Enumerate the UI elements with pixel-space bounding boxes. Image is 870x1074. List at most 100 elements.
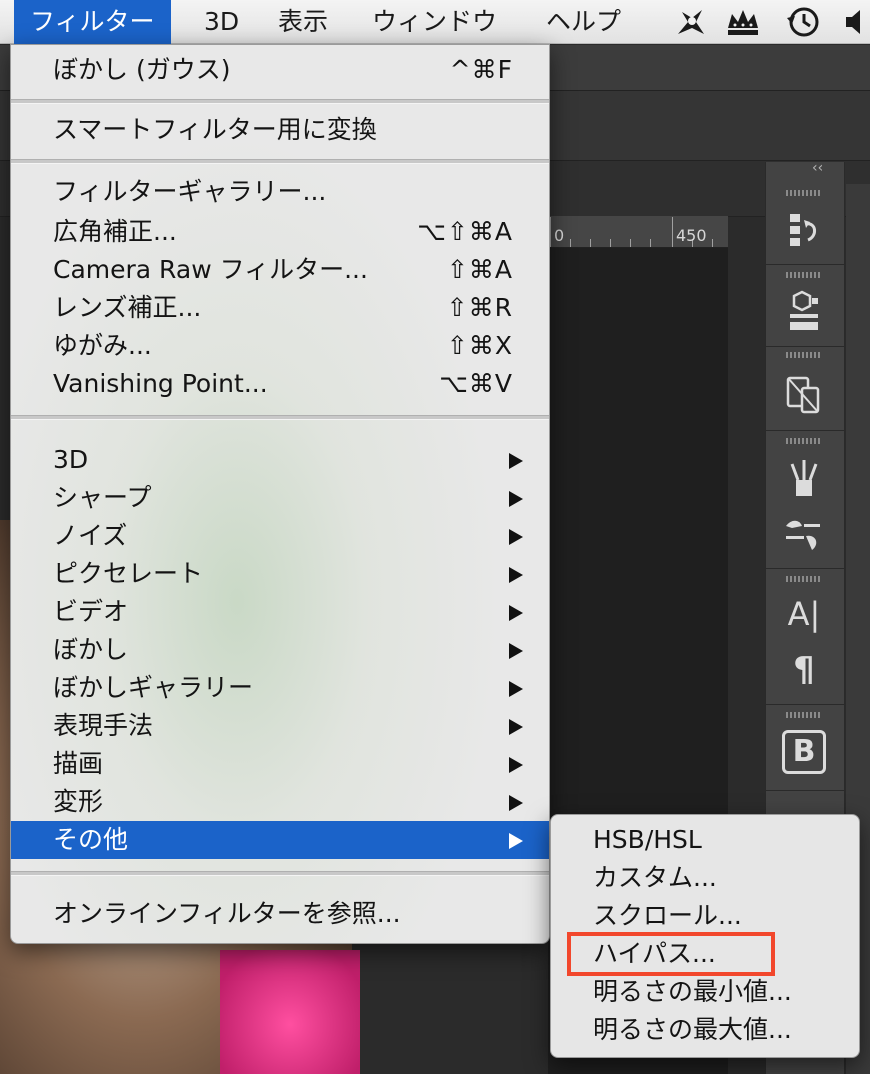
panel-grip[interactable] [786,576,822,582]
menu-item-shortcut: ^⌘F [449,55,513,84]
menu-separator [11,159,549,164]
submenu-arrow-icon [509,605,523,621]
submenu-item-offset[interactable]: スクロール... [551,897,859,935]
submenu-arrow-icon [509,567,523,583]
panel-grip[interactable] [786,272,822,278]
ruler-tick [672,217,673,247]
menu-window[interactable]: ウィンドウ [356,0,513,44]
panel-separator [766,704,844,705]
submenu-arrow-icon [509,795,523,811]
menu-item-shortcut: ⌥⌘V [439,369,513,398]
menu-item-label: 描画 [53,749,104,778]
menu-item-lens-correction[interactable]: レンズ補正... ⇧⌘R [11,289,549,327]
menu-item-stylize[interactable]: 表現手法 [11,707,549,745]
menu-item-convert-smart-filter[interactable]: スマートフィルター用に変換 [11,111,549,149]
ruler-tick [712,239,713,247]
menu-bar: フィルター 3D 表示 ウィンドウ ヘルプ [0,0,870,44]
submenu-arrow-icon [509,833,523,849]
menu-item-label: フィルターギャラリー... [53,177,327,206]
menu-item-blur-gallery[interactable]: ぼかしギャラリー [11,669,549,707]
submenu-item-minimum[interactable]: 明るさの最小値... [551,973,859,1011]
panel-separator [766,790,844,791]
menu-item-label: ぼかし (ガウス) [53,55,231,84]
menu-item-distort[interactable]: 変形 [11,783,549,821]
submenu-arrow-icon [509,681,523,697]
menu-item-label: その他 [53,825,129,854]
menu-item-filter-gallery[interactable]: フィルターギャラリー... [11,173,549,211]
menu-item-label: シャープ [53,483,152,512]
menu-item-label: 広角補正... [53,217,177,246]
menu-item-other[interactable]: その他 [11,821,549,859]
ruler-tick [590,239,591,247]
menu-item-blur[interactable]: ぼかし [11,631,549,669]
panel-grip[interactable] [786,712,822,718]
submenu-item-maximum[interactable]: 明るさの最大値... [551,1011,859,1049]
panel-separator [766,568,844,569]
ruler-tick [550,217,551,247]
submenu-arrow-icon [509,453,523,469]
highlight-annotation [567,932,775,976]
3d-icon[interactable] [782,290,826,334]
menu-item-label: 表現手法 [53,711,154,740]
submenu-item-custom[interactable]: カスタム... [551,859,859,897]
menu-item-vanishing-point[interactable]: Vanishing Point... ⌥⌘V [11,365,549,403]
ruler-tick [610,239,611,247]
menu-item-noise[interactable]: ノイズ [11,517,549,555]
panel-grip[interactable] [786,190,822,196]
menu-item-liquify[interactable]: ゆがみ... ⇧⌘X [11,327,549,365]
menu-item-label: ノイズ [53,521,128,550]
menu-item-render[interactable]: 描画 [11,745,549,783]
menu-view[interactable]: 表示 [262,0,344,44]
menu-item-label: 明るさの最小値... [593,977,792,1006]
menu-item-shortcut: ⇧⌘X [446,331,513,360]
menu-item-adaptive-wide-angle[interactable]: 広角補正... ⌥⇧⌘A [11,213,549,251]
menu-separator [11,99,549,104]
menu-item-label: 明るさの最大値... [593,1015,792,1044]
collapse-panels-icon[interactable]: ‹‹ [812,160,823,176]
brushes-icon[interactable] [782,456,826,500]
ruler-tick [570,239,571,247]
menu-item-browse-online-filters[interactable]: オンラインフィルターを参照... [11,895,549,933]
crown-icon[interactable] [724,4,762,40]
script-icon[interactable] [672,4,710,40]
menu-help[interactable]: ヘルプ [530,0,637,44]
menu-item-gaussian-blur[interactable]: ぼかし (ガウス) ^⌘F [11,51,549,89]
ruler-label: 0 [554,226,565,245]
submenu-item-hsb-hsl[interactable]: HSB/HSL [551,821,859,859]
menu-item-pixelate[interactable]: ピクセレート [11,555,549,593]
paragraph-icon[interactable]: ¶ [782,648,826,692]
volume-icon[interactable] [840,4,870,40]
submenu-arrow-icon [509,719,523,735]
menu-item-sharpen[interactable]: シャープ [11,479,549,517]
panel-separator [766,430,844,431]
menu-item-shortcut: ⌥⇧⌘A [417,217,513,246]
menu-item-label: ゆがみ... [53,331,152,360]
panel-grip[interactable] [786,438,822,444]
horizontal-ruler: 0 450 [548,216,728,248]
menu-item-3d[interactable]: 3D [11,441,549,479]
panel-grip[interactable] [786,352,822,358]
panel-separator [766,264,844,265]
menu-item-label: 3D [53,445,89,474]
submenu-arrow-icon [509,643,523,659]
menu-item-label: 変形 [53,787,104,816]
menu-item-label: オンラインフィルターを参照... [53,899,401,928]
menu-filter[interactable]: フィルター [14,0,171,44]
character-icon[interactable]: A| [782,592,826,636]
submenu-arrow-icon [509,491,523,507]
ruler-tick [630,239,631,247]
glyphs-icon[interactable]: B [782,730,826,774]
brush-settings-icon[interactable] [782,514,826,558]
menu-item-shortcut: ⇧⌘R [446,293,513,322]
time-machine-icon[interactable] [784,4,822,40]
history-icon[interactable] [782,208,826,252]
menu-item-video[interactable]: ビデオ [11,593,549,631]
menu-item-label: HSB/HSL [593,825,702,854]
device-preview-icon[interactable] [782,372,826,416]
menu-separator [11,871,549,876]
photo-canvas-detail [220,950,360,1074]
menu-item-camera-raw[interactable]: Camera Raw フィルター... ⇧⌘A [11,251,549,289]
menu-3d[interactable]: 3D [188,0,255,44]
menu-item-label: スマートフィルター用に変換 [53,115,377,144]
submenu-arrow-icon [509,757,523,773]
